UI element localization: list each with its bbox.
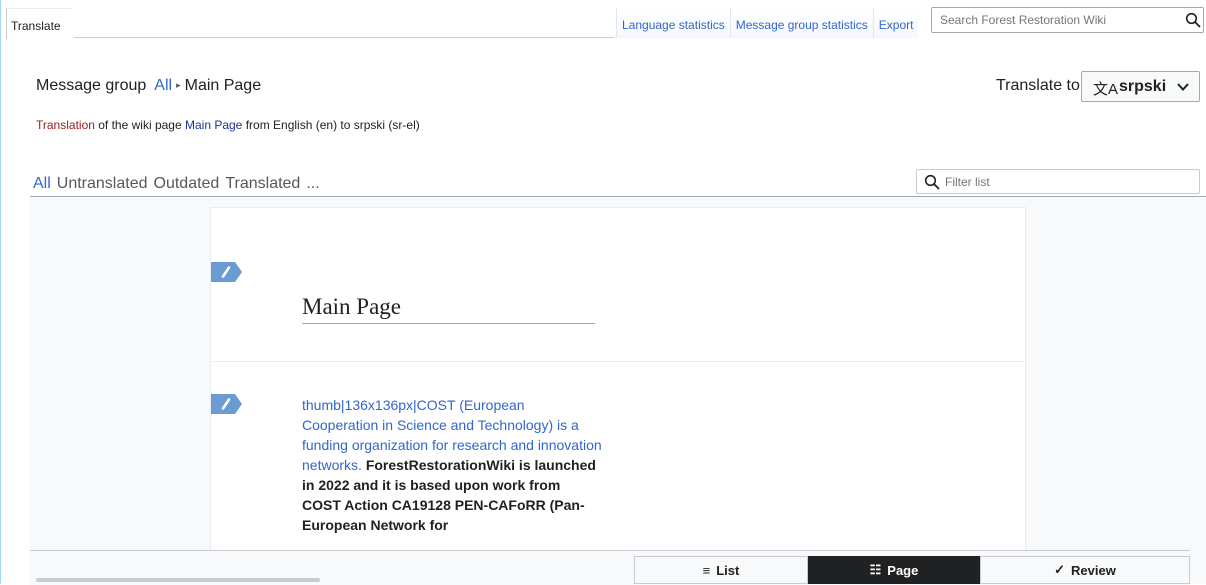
unit-title[interactable]: Main Page [302, 294, 595, 324]
translate-to-label: Translate to [996, 77, 1080, 94]
edit-pencil-icon[interactable] [211, 394, 242, 414]
message-group-label: Message group [36, 77, 147, 94]
search-icon[interactable] [1185, 12, 1201, 28]
link-message-group-statistics[interactable]: Message group statistics [729, 8, 873, 38]
list-mode-button[interactable]: ≡ List [634, 556, 808, 584]
group-current: Main Page [184, 77, 262, 94]
language-label: srpski [1119, 78, 1167, 95]
translation-page-card: Main Page thumb|136x136px|COST (European… [210, 207, 1026, 584]
filter-tabs: All Untranslated Outdated Translated ... [30, 175, 323, 198]
list-mode-label: List [716, 562, 740, 578]
main-page-link[interactable]: Main Page [185, 118, 242, 132]
filter-tab-more[interactable]: ... [303, 175, 322, 196]
page-description: Translation of the wiki page Main Page f… [36, 118, 420, 132]
page-left-border [0, 0, 1, 584]
search-input[interactable] [932, 8, 1180, 32]
tab-underline [74, 37, 614, 38]
checkmark-icon: ✓ [1054, 562, 1066, 577]
top-bar: Translate Language statistics Message gr… [0, 0, 1206, 40]
unit-divider [211, 361, 1025, 362]
edit-pencil-icon[interactable] [211, 262, 242, 282]
page-mode-label: Page [887, 562, 919, 578]
unit-paragraph[interactable]: thumb|136x136px|COST (European Cooperati… [302, 395, 602, 535]
list-icon: ≡ [702, 562, 711, 578]
language-selector-button[interactable]: 文A srpski [1081, 71, 1200, 102]
top-links: Language statistics Message group statis… [616, 8, 919, 38]
filter-tab-untranslated[interactable]: Untranslated [54, 175, 151, 196]
translation-link[interactable]: Translation [36, 118, 95, 132]
search-icon [924, 174, 940, 190]
review-mode-button[interactable]: ✓ Review [980, 556, 1190, 584]
link-language-statistics[interactable]: Language statistics [616, 8, 730, 38]
filter-list-box [916, 169, 1200, 194]
page-mode-button[interactable]: ☷ Page [808, 556, 980, 584]
breadcrumb-separator-icon: ▸ [176, 80, 181, 90]
search-box [931, 7, 1204, 33]
filter-tab-all[interactable]: All [30, 175, 54, 198]
description-text-1: of the wiki page [94, 118, 185, 132]
tab-translate[interactable]: Translate [6, 8, 71, 39]
group-all-link[interactable]: All [154, 77, 172, 94]
horizontal-scrollbar[interactable] [36, 578, 320, 582]
link-export[interactable]: Export [872, 8, 919, 38]
review-mode-label: Review [1071, 562, 1116, 578]
filter-tab-outdated[interactable]: Outdated [151, 175, 223, 196]
page-icon: ☷ [869, 562, 882, 577]
description-text-2: from English (en) to srpski (sr-el) [242, 118, 420, 132]
chevron-down-icon [1177, 83, 1189, 91]
filter-tab-translated[interactable]: Translated [222, 175, 303, 196]
message-group-breadcrumb: Message group All ▸ Main Page [36, 77, 261, 95]
translate-icon: 文A [1093, 81, 1119, 98]
filter-list-input[interactable] [945, 170, 1195, 193]
